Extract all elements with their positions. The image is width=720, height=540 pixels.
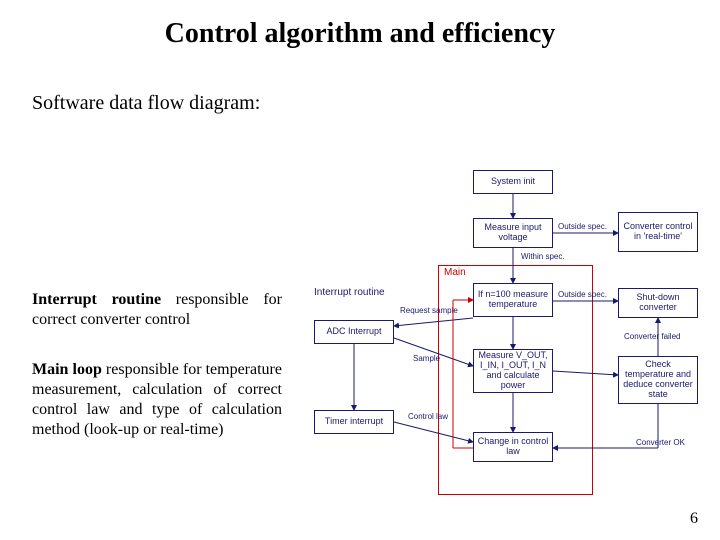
slide-title: Control algorithm and efficiency — [0, 0, 720, 50]
paragraph-interrupt-lead: Interrupt routine — [32, 291, 161, 308]
paragraph-mainloop: Main loop responsible for temperature me… — [32, 360, 282, 440]
paragraph-interrupt: Interrupt routine responsible for correc… — [32, 290, 282, 330]
slide-subtitle: Software data flow diagram: — [32, 92, 720, 115]
page-number: 6 — [690, 510, 698, 528]
paragraph-mainloop-lead: Main loop — [32, 361, 102, 378]
flow-diagram: Main System init Measure input voltage I… — [308, 170, 708, 510]
diagram-arrows — [308, 170, 708, 510]
